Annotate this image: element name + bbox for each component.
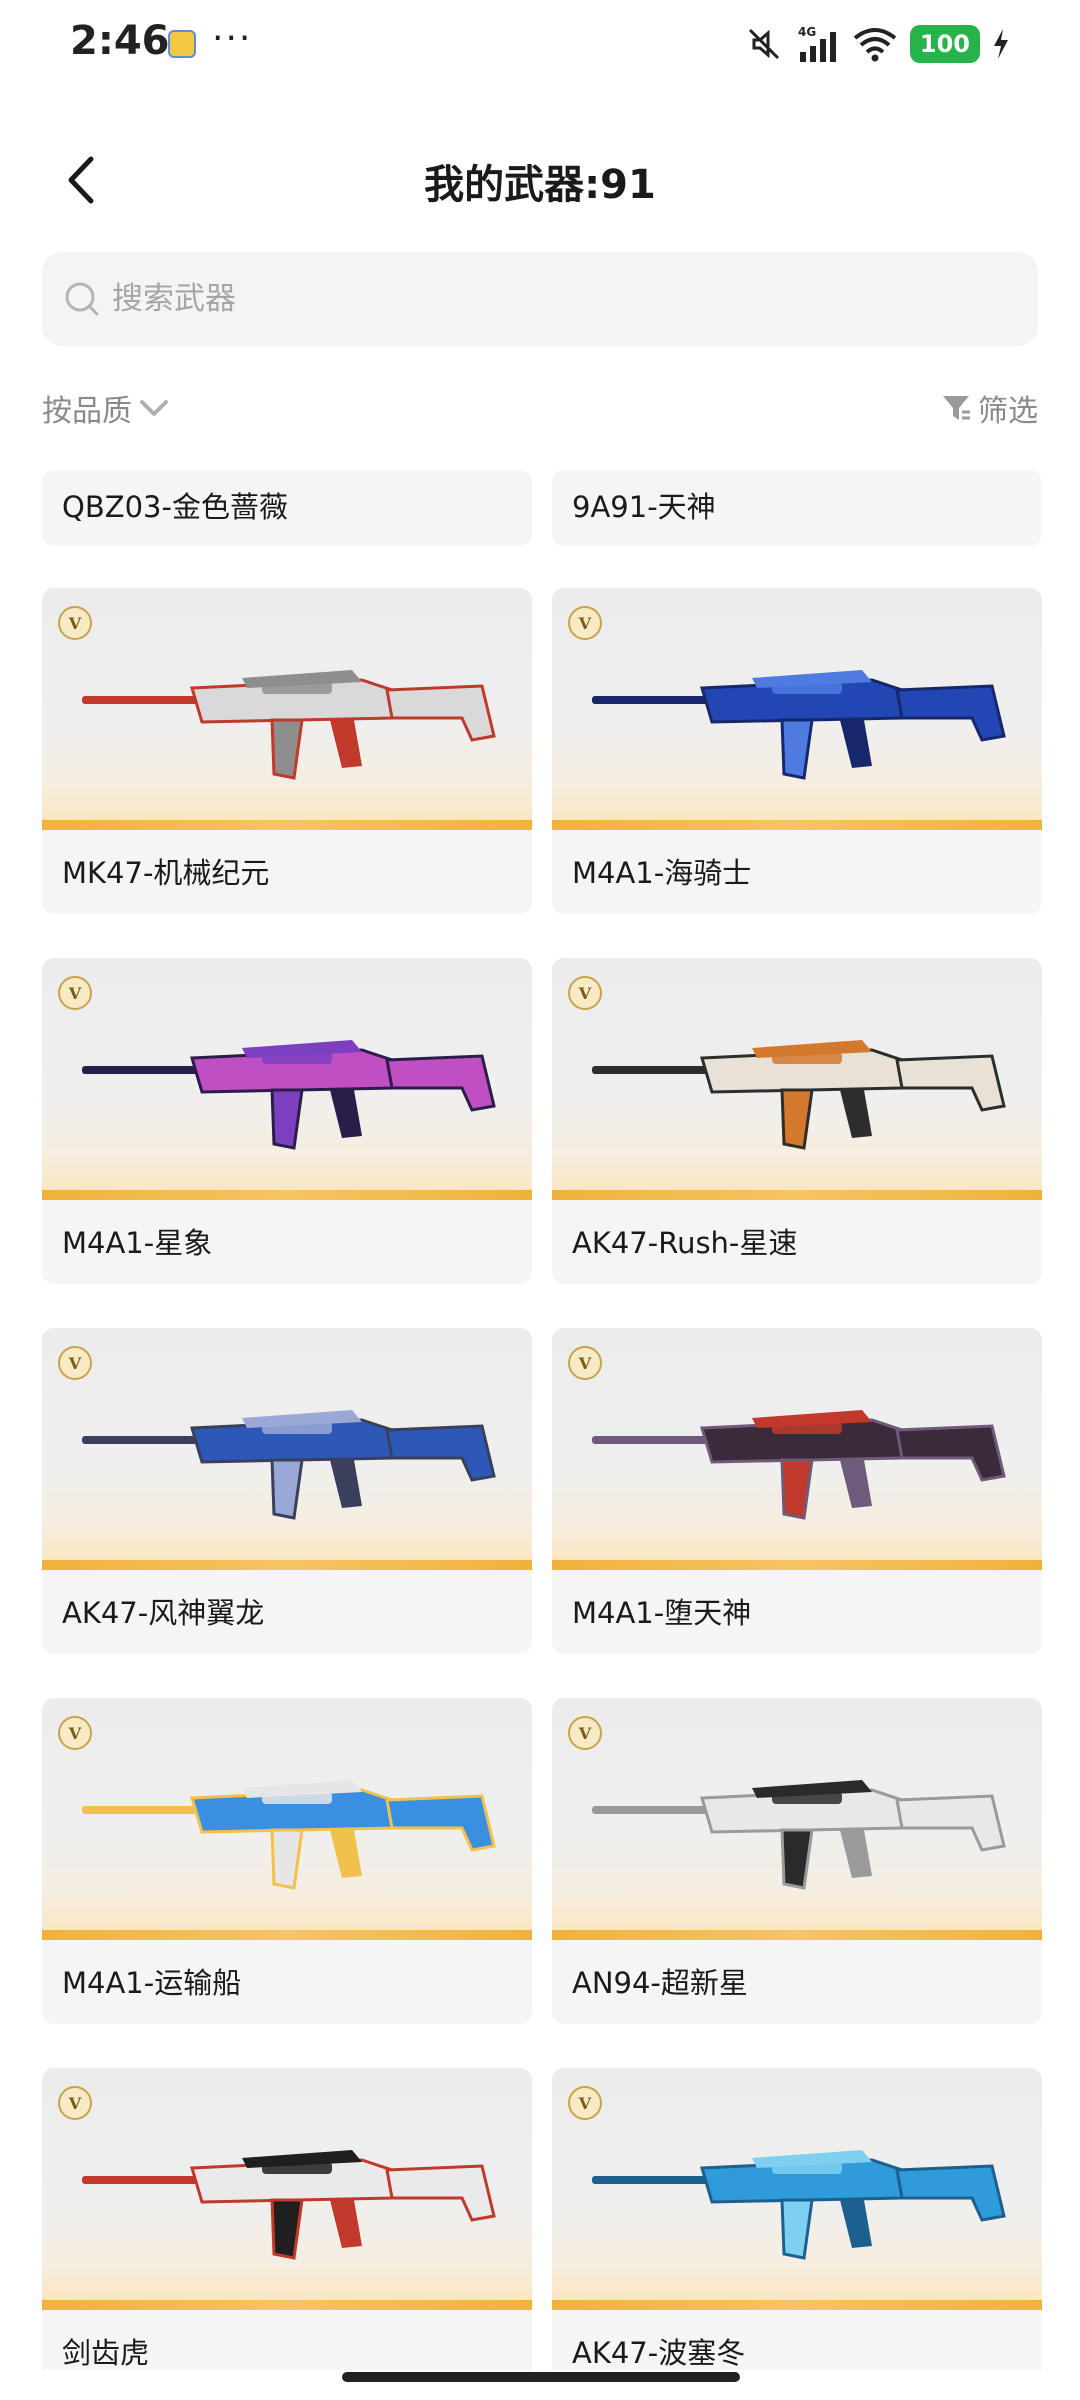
weapon-art-icon xyxy=(592,2150,1006,2260)
weapon-image: V xyxy=(42,958,532,1200)
weapon-card[interactable]: V AK47-风神翼龙 xyxy=(42,1328,532,1654)
weapon-art-icon xyxy=(82,2150,496,2260)
page-title: 我的武器:91 xyxy=(424,162,656,208)
weapon-name: QBZ03-金色蔷薇 xyxy=(62,490,288,524)
more-notifications-icon: ··· xyxy=(212,18,253,59)
battery-indicator: 100 xyxy=(909,25,980,63)
weapon-name: 剑齿虎 xyxy=(62,2336,150,2370)
chevron-down-icon xyxy=(140,400,168,416)
weapon-card[interactable]: V AN94-超新星 xyxy=(552,1698,1042,2024)
weapon-image: V xyxy=(42,588,532,830)
weapon-name: M4A1-星象 xyxy=(62,1226,213,1260)
weapon-art-icon xyxy=(592,1040,1006,1150)
wifi-icon xyxy=(853,28,897,62)
weapon-name: AN94-超新星 xyxy=(572,1966,748,2000)
weapon-card[interactable]: V M4A1-星象 xyxy=(42,958,532,1284)
weapon-card[interactable]: V M4A1-海骑士 xyxy=(552,588,1042,914)
weapon-name: AK47-波塞冬 xyxy=(572,2336,746,2370)
weapon-art-icon xyxy=(592,1780,1006,1890)
weapon-card[interactable]: QBZ03-金色蔷薇 xyxy=(42,470,532,546)
weapon-image: V xyxy=(42,1698,532,1940)
search-bar[interactable] xyxy=(42,252,1038,346)
weapon-art-icon xyxy=(82,1040,496,1150)
status-icons: 4G 100 xyxy=(744,22,1010,66)
weapon-image: V xyxy=(552,1698,1042,1940)
weapon-card[interactable]: 9A91-天神 xyxy=(552,470,1042,546)
weapon-image: V xyxy=(552,588,1042,830)
weapon-card[interactable]: V M4A1-运输船 xyxy=(42,1698,532,2024)
weapon-name: 9A91-天神 xyxy=(572,490,716,524)
weapon-card[interactable]: V AK47-Rush-星速 xyxy=(552,958,1042,1284)
weapon-card[interactable]: V M4A1-堕天神 xyxy=(552,1328,1042,1654)
weapon-card[interactable]: V MK47-机械纪元 xyxy=(42,588,532,914)
search-input[interactable] xyxy=(112,281,912,317)
filter-button[interactable]: 筛选 xyxy=(940,386,1038,430)
filter-icon xyxy=(943,396,970,420)
sort-label: 按品质 xyxy=(42,394,132,429)
weapon-name: M4A1-海骑士 xyxy=(572,856,752,890)
weapon-card[interactable]: V AK47-波塞冬 xyxy=(552,2068,1042,2370)
search-icon xyxy=(65,282,99,316)
weapon-art-icon xyxy=(82,1780,496,1890)
weapon-image: V xyxy=(552,2068,1042,2310)
weapon-image: V xyxy=(552,1328,1042,1570)
sort-filter-row: 按品质 筛选 xyxy=(42,386,1038,436)
sort-by-quality-dropdown[interactable]: 按品质 xyxy=(42,386,170,430)
weapon-grid: QBZ03-金色蔷薇 9A91-天神 V MK47-机械纪元 V M4A1-海骑士 V M4A… xyxy=(0,470,1080,2370)
weapon-image: V xyxy=(42,2068,532,2310)
weapon-name: MK47-机械纪元 xyxy=(62,856,270,890)
weapon-image: V xyxy=(552,958,1042,1200)
weapon-art-icon xyxy=(82,1410,496,1520)
weapon-art-icon xyxy=(592,1410,1006,1520)
weapon-name: M4A1-堕天神 xyxy=(572,1596,752,1630)
network-type-label: 4G xyxy=(798,25,816,39)
mute-icon xyxy=(748,28,779,60)
app-header: 我的武器:91 xyxy=(0,130,1080,230)
weapon-name: AK47-风神翼龙 xyxy=(62,1596,265,1630)
app-notification-icon xyxy=(168,30,196,58)
status-time: 2:46 xyxy=(70,18,170,64)
weapon-art-icon xyxy=(82,670,496,780)
status-bar: 2:46 ··· 4G 100 xyxy=(0,0,1080,90)
filter-label: 筛选 xyxy=(978,394,1038,429)
home-indicator[interactable] xyxy=(342,2372,740,2382)
weapon-name: AK47-Rush-星速 xyxy=(572,1226,798,1260)
charging-icon xyxy=(994,29,1008,59)
weapon-image: V xyxy=(42,1328,532,1570)
weapon-art-icon xyxy=(592,670,1006,780)
weapon-card[interactable]: V 剑齿虎 xyxy=(42,2068,532,2370)
weapon-name: M4A1-运输船 xyxy=(62,1966,242,2000)
cellular-signal-icon: 4G xyxy=(798,25,836,62)
